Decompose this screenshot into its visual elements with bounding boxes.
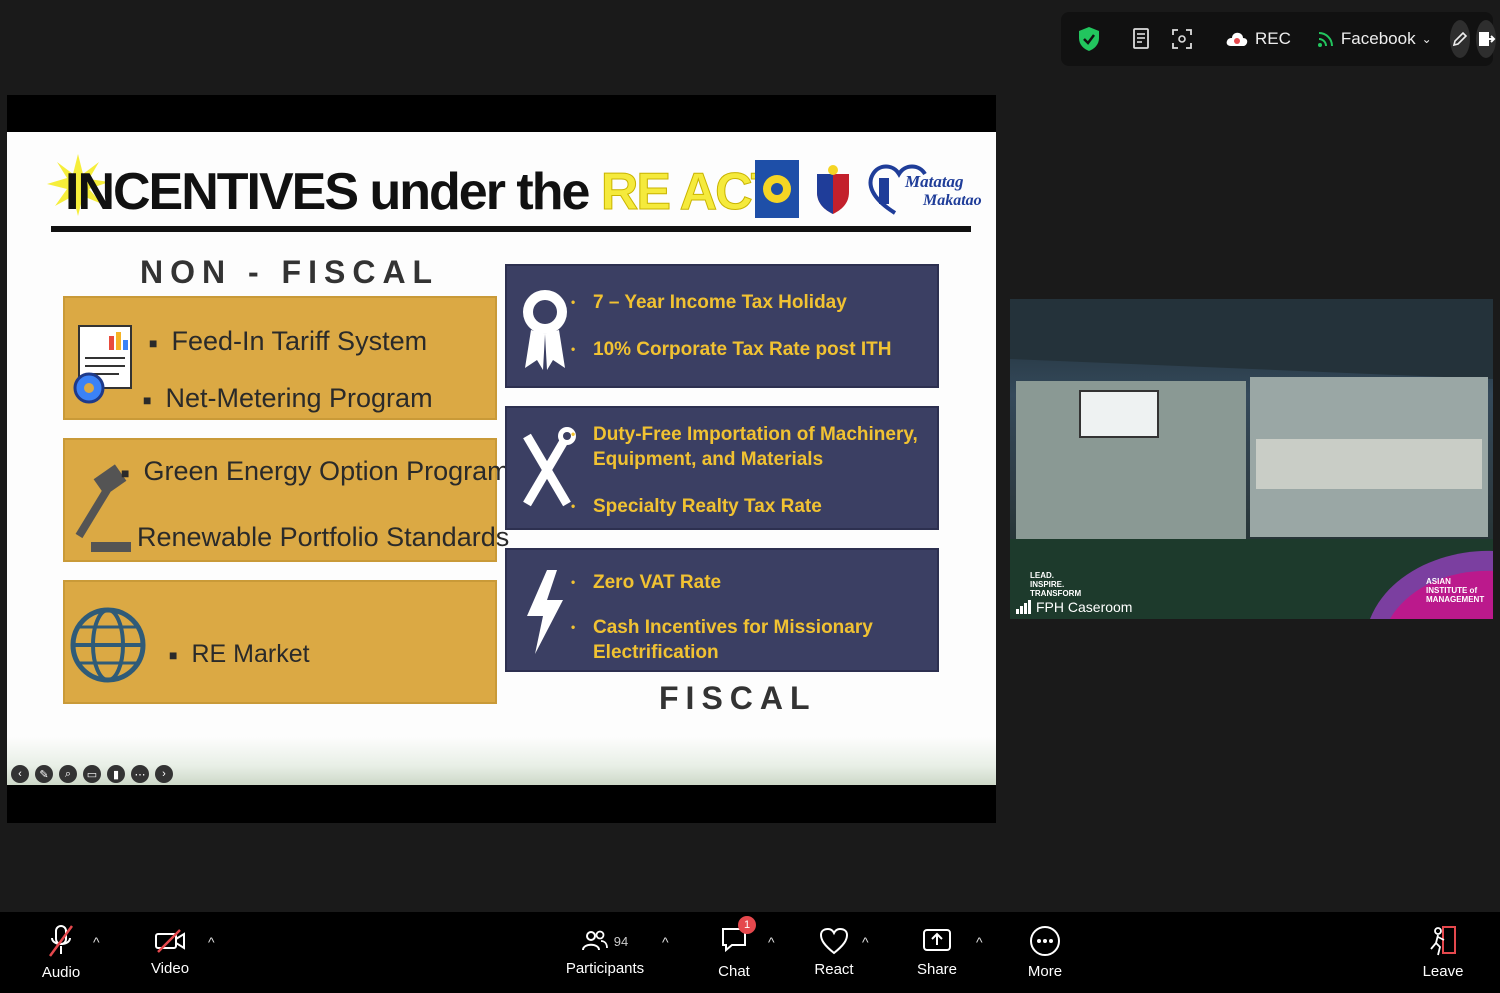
video-camera-off-icon <box>155 929 185 953</box>
meeting-info-icon[interactable] <box>1125 22 1159 56</box>
annotate-pen-icon[interactable] <box>1449 20 1470 58</box>
report-gear-icon <box>73 325 132 404</box>
shared-screen: INCENTIVES under the RE ACT Matatag Maka… <box>7 95 996 823</box>
matatag-makatao-logo: Matatag Makatao <box>865 158 987 218</box>
react-label: React <box>814 961 854 978</box>
video-label: Video <box>150 960 190 977</box>
leave-button[interactable]: Leave <box>1422 912 1464 993</box>
leave-label: Leave <box>1422 963 1464 980</box>
more-options-icon <box>1030 926 1060 956</box>
slideshow-controls: ‹ ✎ ⌕ ▭ ▮ ⋯ › <box>11 765 173 783</box>
security-shield-icon[interactable] <box>1071 22 1107 56</box>
classroom-video-feed <box>1010 299 1493 619</box>
f-item: • Specialty Realty Tax Rate <box>571 496 822 517</box>
f-item: • 7 – Year Income Tax Holiday <box>571 292 847 313</box>
presentation-slide: INCENTIVES under the RE ACT Matatag Maka… <box>7 132 996 785</box>
slide-title: INCENTIVES under the RE ACT <box>65 162 783 222</box>
broadcast-icon <box>1317 32 1333 47</box>
more-options-icon[interactable]: ⋯ <box>131 765 149 783</box>
fiscal-heading: FISCAL <box>659 680 817 716</box>
f-item: • Cash Incentives for Missionary Electrif… <box>571 617 873 663</box>
chat-button[interactable]: 1 Chat <box>714 912 756 993</box>
aim-brand: ASIAN INSTITUTE of MANAGEMENT <box>1426 577 1485 604</box>
non-fiscal-heading: NON - FISCAL <box>140 254 440 290</box>
participants-icon <box>581 930 608 951</box>
video-options-caret-icon[interactable]: ^ <box>208 934 215 950</box>
meeting-toolbar: Audio ^ Video ^ 94 Participants ^ 1 Chat <box>0 912 1500 993</box>
livestream-indicator[interactable]: Facebook ⌄ <box>1311 22 1438 56</box>
heart-react-icon <box>819 927 849 955</box>
more-label: More <box>1027 963 1063 980</box>
participants-label: Participants <box>565 960 645 977</box>
title-highlight: RE ACT <box>600 163 783 222</box>
non-fiscal-box-3: ■ RE Market <box>63 580 497 704</box>
tools-icon <box>523 427 576 507</box>
zoom-icon[interactable]: ⌕ <box>59 765 77 783</box>
participant-name-tag: FPH Caseroom <box>1016 599 1132 615</box>
microphone-muted-icon <box>48 925 74 957</box>
participant-name: FPH Caseroom <box>1036 599 1133 615</box>
more-button[interactable]: More <box>1024 912 1066 993</box>
view-focus-icon[interactable] <box>1165 22 1199 56</box>
video-button[interactable]: Video <box>146 912 194 993</box>
leave-exit-icon <box>1430 926 1456 956</box>
chat-options-caret-icon[interactable]: ^ <box>768 934 775 950</box>
nf-item: ■ Net-Metering Program <box>143 383 433 413</box>
nf-item: ■ Green Energy Option Program <box>121 456 510 486</box>
title-divider <box>51 226 971 232</box>
fiscal-box-3: • Zero VAT Rate • Cash Incentives for Miss… <box>505 548 939 672</box>
participants-count: 94 <box>613 933 629 949</box>
next-slide-icon[interactable]: › <box>155 765 173 783</box>
non-fiscal-box-2: ■ Green Energy Option Program Renewable P… <box>63 438 510 562</box>
rec-label: REC <box>1255 29 1291 48</box>
f-item: • Duty-Free Importation of Machinery, Equ… <box>571 424 918 470</box>
logo-text-matatag: Matatag <box>905 172 964 191</box>
fiscal-box-2: • Duty-Free Importation of Machinery, Equ… <box>505 406 939 530</box>
audio-label: Audio <box>41 964 81 981</box>
nf-item: ■ RE Market <box>169 640 310 668</box>
share-label: Share <box>916 961 958 978</box>
participants-button[interactable]: 94 Participants <box>564 912 646 993</box>
fiscal-box-1: • 7 – Year Income Tax Holiday • 10% Corpor… <box>505 264 939 388</box>
participants-options-caret-icon[interactable]: ^ <box>662 934 669 950</box>
chat-label: Chat <box>718 962 750 980</box>
participant-video-tile[interactable]: LEAD. INSPIRE. TRANSFORM ASIAN INSTITUTE… <box>1010 299 1493 619</box>
chevron-down-icon: ⌄ <box>1421 32 1432 46</box>
f-item: • Zero VAT Rate <box>571 572 722 593</box>
award-ribbon-icon <box>523 290 567 370</box>
share-options-caret-icon[interactable]: ^ <box>976 934 983 950</box>
logo-text-makatao: Makatao <box>923 192 982 209</box>
signal-strength-icon <box>1016 600 1031 614</box>
react-button[interactable]: React <box>812 912 856 993</box>
title-main: INCENTIVES under the <box>65 163 590 221</box>
share-screen-icon <box>923 929 951 951</box>
prev-slide-icon[interactable]: ‹ <box>11 765 29 783</box>
screen-icon[interactable]: ▮ <box>107 765 125 783</box>
share-button[interactable]: Share <box>916 912 958 993</box>
lightning-bolt-icon <box>527 570 563 654</box>
recording-indicator[interactable]: REC <box>1219 22 1297 56</box>
ph-shield-logo <box>817 165 849 214</box>
doe-seal-logo <box>755 160 799 218</box>
video-watermark: LEAD. INSPIRE. TRANSFORM <box>1030 571 1082 598</box>
exit-fullscreen-icon[interactable] <box>1475 20 1496 58</box>
cloud-record-icon <box>1226 32 1248 46</box>
meeting-status-bar: REC Facebook ⌄ <box>1061 12 1496 66</box>
pen-tool-icon[interactable]: ✎ <box>35 765 53 783</box>
react-options-caret-icon[interactable]: ^ <box>862 934 869 950</box>
f-item: • 10% Corporate Tax Rate post ITH <box>571 339 892 360</box>
globe-icon <box>70 607 146 683</box>
nf-item: Renewable Portfolio Standards <box>137 522 510 552</box>
captions-icon[interactable]: ▭ <box>83 765 101 783</box>
non-fiscal-box-1: ■ Feed-In Tariff System ■ Net-Metering Pro… <box>63 296 497 420</box>
nf-item: ■ Feed-In Tariff System <box>149 326 428 356</box>
audio-button[interactable]: Audio <box>38 912 84 993</box>
stream-label: Facebook <box>1340 29 1416 48</box>
audio-options-caret-icon[interactable]: ^ <box>93 934 100 950</box>
chat-unread-badge: 1 <box>738 915 756 934</box>
